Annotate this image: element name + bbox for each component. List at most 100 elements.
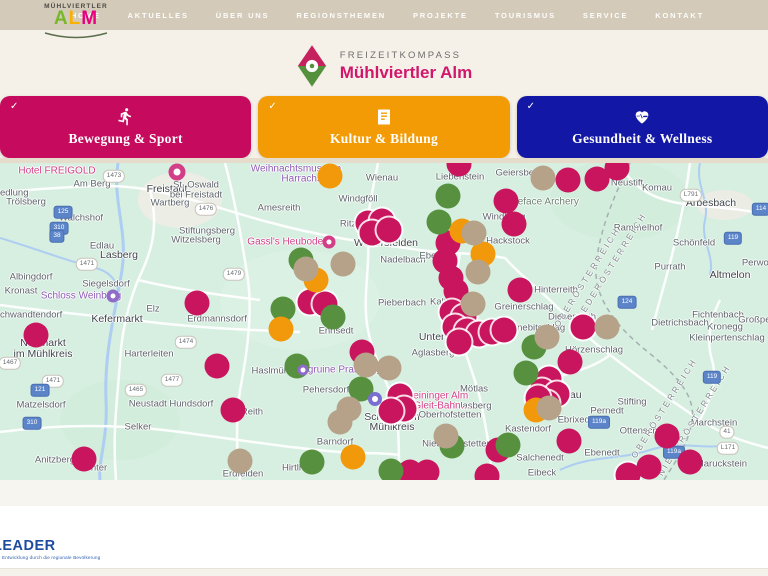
map-marker-tan[interactable] [535,325,560,350]
map-marker-pink[interactable] [447,330,472,355]
map-marker-pink[interactable] [205,354,230,379]
road-badge: 1473 [103,170,125,183]
map-poi-label[interactable]: Gleit-Bahn… [413,401,470,412]
map-marker-pink[interactable] [502,212,527,237]
map-marker-pink[interactable] [558,350,583,375]
road-badge: 121 [31,384,50,397]
category-button-gesundheit-wellness[interactable]: ✓ Gesundheit & Wellness [517,96,768,158]
map-marker-pink[interactable] [494,189,519,214]
logo-alm-text: ALM [36,10,116,27]
map-marker-pink[interactable] [557,429,582,454]
map-place-label: Siegelsdorf [82,279,130,290]
map-marker-orange[interactable] [341,445,366,470]
map-marker-tan[interactable] [462,221,487,246]
road-badge: 310 [23,417,42,430]
map-marker-pink[interactable] [571,315,596,340]
map-marker-green[interactable] [300,450,325,475]
road-badge: 119 [703,371,721,384]
map-place-label: Perwolfing [742,258,768,269]
footer [0,506,768,576]
road-badge: 119a [588,416,610,429]
map-place-label: Wartberg [151,198,190,209]
footer-band [0,480,768,506]
map-marker-pink[interactable] [185,291,210,316]
map-marker-green[interactable] [514,361,539,386]
map-marker-pink[interactable] [678,450,703,475]
map-marker-pink[interactable] [415,460,440,481]
map-marker-pink[interactable] [72,447,97,472]
map-marker-tan[interactable] [377,356,402,381]
map-marker-green[interactable] [436,184,461,209]
map[interactable]: SiedlungTrölsbergFreistadtAm BergSt. Osw… [0,163,768,480]
map-marker-tan[interactable] [434,424,459,449]
map-poi-icon[interactable] [323,236,336,249]
map-marker-pink[interactable] [556,168,581,193]
map-place-label: Pehersdorf [303,385,349,396]
map-place-label: im Mühlkreis [14,348,73,360]
page-title: Mühlviertler Alm [340,63,473,83]
map-marker-green[interactable] [427,210,452,235]
nav-item-service[interactable]: SERVICE [583,11,628,20]
map-marker-tan[interactable] [354,353,379,378]
map-marker-pink[interactable] [508,278,533,303]
map-marker-tan[interactable] [228,449,253,474]
category-button-kultur-bildung[interactable]: ✓ Kultur & Bildung [258,96,509,158]
map-place-label: Dietrichsbach [651,318,709,329]
map-marker-tan[interactable] [531,166,556,191]
book-icon [375,108,393,126]
map-marker-tan[interactable] [331,252,356,277]
map-marker-tan[interactable] [537,396,562,421]
nav-item-tourismus[interactable]: TOURISMUS [495,11,556,20]
map-marker-orange[interactable] [269,317,294,342]
road-badge: 124 [618,296,637,309]
map-marker-green[interactable] [496,433,521,458]
map-place-label: Matzelsdorf [16,400,65,411]
road-badge: L171 [717,442,739,455]
leader-tagline: Entwicklung durch die regionale Bevölker… [2,555,100,560]
map-marker-pink[interactable] [221,398,246,423]
map-place-label: Neustadt Hundsdorf [129,399,214,410]
site-logo[interactable]: MÜHLVIERTLER ALM [36,3,116,45]
map-poi-label[interactable]: Gassl's Heuboden [247,237,328,248]
map-marker-pink[interactable] [379,399,404,424]
map-marker-tan[interactable] [466,260,491,285]
nav-item-kontakt[interactable]: KONTAKT [655,11,704,20]
map-poi-icon[interactable] [169,164,186,181]
nav-item-projekte[interactable]: PROJEKTE [413,11,468,20]
map-marker-tan[interactable] [294,257,319,282]
map-place-label: Großpertholz [738,315,768,326]
category-label: Gesundheit & Wellness [572,131,712,147]
map-marker-tan[interactable] [461,292,486,317]
map-place-label: Lasberg [100,249,138,261]
map-place-label: Windgföll [338,194,377,205]
map-place-label: Trölsberg [6,197,46,208]
map-place-label: Albingdorf [10,272,53,283]
map-poi-icon[interactable] [107,290,120,303]
map-marker-green[interactable] [321,305,346,330]
nav-item-aktuelles[interactable]: AKTUELLES [128,11,189,20]
map-marker-pink[interactable] [492,318,517,343]
road-badge: 1479 [223,268,245,281]
map-marker-green[interactable] [379,459,404,481]
nav-item-regionsthemen[interactable]: REGIONSTHEMEN [296,11,386,20]
map-poi-icon[interactable] [298,365,309,376]
map-marker-pink[interactable] [637,455,662,480]
map-marker-pink[interactable] [585,167,610,192]
map-place-label: Kronast [5,286,38,297]
nav-item--ber-uns[interactable]: ÜBER UNS [216,11,270,20]
map-poi-icon[interactable] [368,392,382,406]
map-marker-tan[interactable] [328,410,353,435]
map-marker-pink[interactable] [377,218,402,243]
map-place-label: Selker [125,422,152,433]
map-place-label: Salchenedt [516,453,564,464]
runner-icon [116,107,135,126]
category-button-bewegung-sport[interactable]: ✓ Bewegung & Sport [0,96,251,158]
map-marker-pink[interactable] [24,323,49,348]
map-place-label: Schwandtendorf [0,310,62,321]
map-marker-orange[interactable] [318,164,343,189]
map-poi-label[interactable]: Hotel FREIGOLD [18,166,95,177]
map-marker-tan[interactable] [595,315,620,340]
map-marker-pink[interactable] [655,424,680,449]
leader-logo[interactable]: LEADER [0,538,56,554]
road-badge: 1467 [0,357,21,370]
